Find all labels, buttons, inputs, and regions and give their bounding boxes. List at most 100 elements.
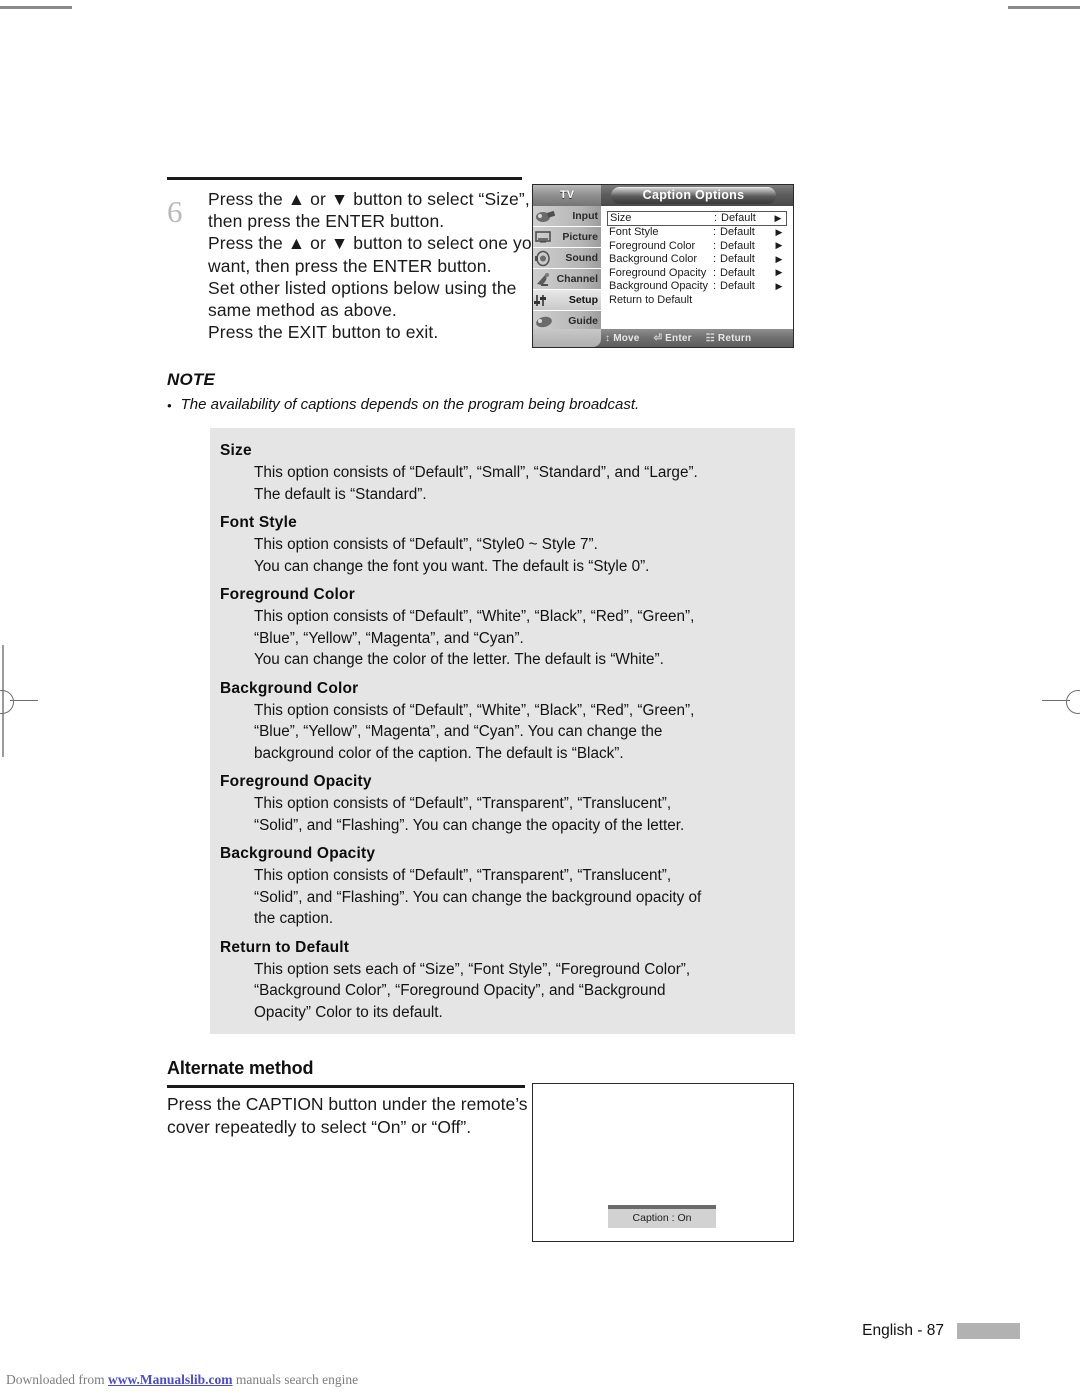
option-name: Foreground Color [220,586,355,603]
input-source-icon [534,208,556,225]
osd-option-row-font-style[interactable]: Font Style : Default ▶ [607,226,787,240]
chevron-right-icon[interactable]: ▶ [773,240,785,251]
manualslib-link[interactable]: www.Manualslib.com [108,1372,233,1387]
osd-option-label: Size [610,212,632,225]
option-name: Font Style [220,514,297,531]
option-line: “Solid”, and “Flashing”. You can change … [254,888,702,906]
alternate-method-line: Press the CAPTION button under the remot… [167,1094,528,1114]
page-footer: English - 87 [862,1322,1020,1340]
sidebar-item-label: Picture [562,230,598,243]
caption-status-banner: Caption : On [608,1205,716,1228]
option-line: the caption. [254,910,334,927]
osd-option-value: Default [720,253,755,266]
option-line: “Blue”, “Yellow”, “Magenta”, and “Cyan”. [254,629,524,647]
alternate-method-heading: Alternate method [167,1058,314,1078]
option-name: Background Color [220,679,359,697]
osd-sidebar: Input Picture Sound Channel Setup Guide [533,206,601,347]
sidebar-item-sound[interactable]: Sound [533,248,601,269]
osd-option-row-size[interactable]: Size : Default ▶ [607,211,787,226]
step-number: 6 [167,194,183,229]
option-line: This option consists of “Default”, “Tran… [254,867,672,884]
page-number-label: English - 87 [862,1322,944,1339]
step-instruction-text: Press the ▲ or ▼ button to select “Size”… [208,188,542,343]
sidebar-item-picture[interactable]: Picture [533,227,601,248]
osd-option-value: Default [720,266,755,279]
option-line: “Background Color”, “Foreground Opacity”… [254,982,666,999]
osd-option-value: Default [720,280,755,293]
option-line: Opacity” Color to its default. [254,1003,443,1021]
option-line: “Blue”, “Yellow”, “Magenta”, and “Cyan”.… [254,723,663,740]
osd-brand-label: TV [533,185,601,206]
option-name: Background Opacity [220,845,376,862]
osd-option-row-foreground-opacity[interactable]: Foreground Opacity : Default ▶ [607,266,787,280]
note-bullet-text: The availability of captions depends on … [180,396,640,413]
osd-hint-label: Enter [665,332,692,344]
caption-options-osd-screenshot: TV Caption Options Input Picture Sound C… [532,184,794,348]
alternate-method-line: cover repeatedly to select “On” or “Off”… [167,1116,472,1137]
satellite-dish-icon [534,271,556,288]
chevron-right-icon[interactable]: ▶ [773,281,785,292]
osd-option-row-background-color[interactable]: Background Color : Default ▶ [607,253,787,267]
download-suffix: manuals search engine [235,1372,359,1387]
osd-menu-title: Caption Options [611,187,776,204]
step-line: Press the EXIT button to exit. [208,322,439,343]
option-description-foreground-opacity: Foreground Opacity This option consists … [220,773,775,836]
osd-hint-move: ↕ Move [605,333,640,344]
sidebar-item-input[interactable]: Input [533,206,601,227]
registration-mark-left [0,690,14,714]
registration-mark-right [1066,690,1080,714]
osd-hint-bar-notch [533,329,601,347]
osd-hint-return: ☷ Return [706,333,752,344]
crop-mark-top-left [0,6,72,9]
option-description-size: Size This option consists of “Default”, … [220,442,775,505]
option-body: This option sets each of “Size”, “Font S… [254,959,775,1024]
osd-option-colon: : [714,212,718,225]
osd-option-label: Background Opacity [609,280,709,293]
note-heading: NOTE [167,370,216,389]
chevron-right-icon[interactable]: ▶ [773,227,785,238]
option-description-background-opacity: Background Opacity This option consists … [220,845,775,930]
osd-hint-label: Move [613,332,640,344]
osd-option-row-return-to-default[interactable]: Return to Default [607,293,787,307]
chevron-right-icon[interactable]: ▶ [773,267,785,278]
osd-option-colon: : [713,239,717,252]
osd-option-row-background-opacity[interactable]: Background Opacity : Default ▶ [607,280,787,294]
option-body: This option consists of “Default”, “Tran… [254,865,775,930]
return-button-icon: ☷ [705,332,715,344]
alternate-method-rule [167,1085,525,1088]
sidebar-item-label: Setup [568,293,598,306]
option-body: This option consists of “Default”, “Whit… [254,606,775,671]
osd-option-label: Return to Default [609,293,693,306]
option-name: Foreground Opacity [220,773,372,790]
sidebar-item-setup[interactable]: Setup [533,290,601,311]
chevron-right-icon[interactable]: ▶ [772,213,784,224]
alternate-method-text: Press the CAPTION button under the remot… [167,1093,528,1138]
option-name: Size [220,442,252,459]
step-line: Press the ▲ or ▼ button to select one yo… [208,233,542,254]
guide-icon [534,313,556,330]
enter-button-icon: ⏎ [653,332,663,344]
osd-option-label: Background Color [609,253,698,266]
osd-hint-bar: ↕ Move ⏎ Enter ☷ Return [533,329,793,347]
option-line: The default is “Standard”. [254,485,427,503]
osd-option-colon: : [713,266,717,279]
option-line: “Solid”, and “Flashing”. You can change … [254,816,685,834]
chevron-right-icon[interactable]: ▶ [773,254,785,265]
sidebar-item-label: Guide [568,314,598,327]
osd-option-row-foreground-color[interactable]: Foreground Color : Default ▶ [607,239,787,253]
option-description-return-to-default: Return to Default This option sets each … [220,939,775,1024]
option-line: This option consists of “Default”, “Smal… [254,464,698,481]
osd-option-value: Default [720,239,755,252]
download-watermark: Downloaded from www.Manualslib.com manua… [0,1369,1080,1397]
step-line: then press the ENTER button. [208,211,445,232]
download-prefix: Downloaded from [6,1372,105,1387]
option-body: This option consists of “Default”, “Whit… [254,700,775,765]
option-line: You can change the font you want. The de… [254,557,650,575]
step-line: want, then press the ENTER button. [208,255,492,276]
step-divider-rule [167,177,522,180]
osd-option-list: Size : Default ▶ Font Style : Default ▶ … [601,206,793,329]
option-line: This option consists of “Default”, “Styl… [254,536,598,553]
sidebar-item-channel[interactable]: Channel [533,269,601,290]
step-line: same method as above. [208,300,397,321]
sliders-icon [534,292,556,309]
